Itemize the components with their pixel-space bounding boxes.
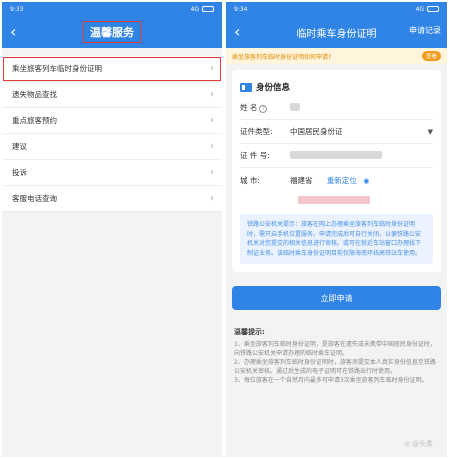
battery-icon [427, 6, 439, 12]
status-time: 9:33 [10, 5, 24, 13]
back-arrow-icon[interactable]: ‹ [10, 22, 16, 42]
identity-card: 身份信息 姓 名? 证件类型: 中国居民身份证 ▼ 证 件 号: 城 市: 福建… [232, 70, 441, 272]
status-icons: 4G [191, 6, 214, 13]
status-bar: 9:33 4G [2, 2, 222, 16]
chevron-right-icon: › [210, 167, 214, 178]
left-screen: 9:33 4G ‹ 温馨服务 乘坐旅客列车临时身份证明 › 遗失物品查找 › 重… [2, 2, 222, 457]
service-menu: 乘坐旅客列车临时身份证明 › 遗失物品查找 › 重点旅客预约 › 建议 › 投诉… [2, 56, 222, 212]
menu-item-label: 建议 [12, 142, 27, 151]
nav-bar: ‹ 临时乘车身份证明 申请记录 [226, 16, 447, 48]
menu-item-temp-id[interactable]: 乘坐旅客列车临时身份证明 › [2, 56, 222, 82]
tip-item: 1、乘坐旅客列车临时身份证明，是旅客在遗失或未携带中国居民身份证时，向铁路公安机… [234, 341, 436, 357]
name-label: 姓 名? [240, 102, 290, 113]
id-number-value [290, 150, 433, 161]
chevron-right-icon: › [210, 89, 214, 100]
menu-item-suggestion[interactable]: 建议 › [2, 134, 222, 160]
chevron-right-icon: › [210, 141, 214, 152]
menu-item-label: 投诉 [12, 168, 27, 177]
menu-item-label: 重点旅客预约 [12, 116, 57, 125]
id-number-field: 证 件 号: [240, 144, 433, 168]
menu-item-complaint[interactable]: 投诉 › [2, 160, 222, 186]
id-number-label: 证 件 号: [240, 151, 270, 160]
menu-item-label: 客服电话查询 [12, 194, 57, 203]
province-text: 福建省 [290, 175, 313, 185]
name-label-text: 姓 名 [240, 103, 258, 112]
id-type-value: 中国居民身份证 [290, 127, 343, 136]
redacted-id-number [290, 150, 382, 159]
nav-bar: ‹ 温馨服务 [2, 16, 222, 48]
notice-view-button[interactable]: 查看 [421, 51, 441, 61]
menu-item-lost-items[interactable]: 遗失物品查找 › [2, 82, 222, 108]
relocate-link[interactable]: 重新定位 [327, 176, 357, 185]
application-records-link[interactable]: 申请记录 [409, 25, 441, 36]
menu-item-label: 乘坐旅客列车临时身份证明 [12, 64, 102, 73]
watermark: ◎ @头条 [404, 439, 433, 449]
menu-item-priority-booking[interactable]: 重点旅客预约 › [2, 108, 222, 134]
id-type-label: 证件类型: [240, 127, 273, 136]
status-bar: 9:34 4G [226, 2, 447, 16]
redacted-name [290, 102, 300, 111]
signal-icon: 4G [190, 5, 199, 13]
status-time: 9:34 [234, 5, 248, 13]
tip-item: 2、办理乘坐旅客列车临时身份证明时，旅客须提交本人真实身份信息至铁路公安机关审核… [234, 359, 436, 375]
card-title: 身份信息 [240, 78, 433, 96]
apply-now-button[interactable]: 立即申请 [232, 286, 441, 310]
tip-item: 3、每位旅客在一个自然月内最多可申请3次乘坐旅客列车临时身份证明。 [234, 377, 428, 384]
name-value [290, 102, 433, 113]
right-screen: 9:34 4G ‹ 临时乘车身份证明 申请记录 乘坐旅客列车临时身份证明如何申请… [226, 2, 447, 457]
location-pin-icon[interactable]: ◉ [363, 177, 369, 185]
back-arrow-icon[interactable]: ‹ [234, 22, 240, 42]
id-card-icon [240, 82, 252, 92]
status-icons: 4G [416, 6, 439, 13]
watermark-text: @头条 [412, 440, 434, 448]
battery-icon [202, 6, 214, 12]
warm-tips-title: 温馨提示: [234, 328, 265, 336]
city-value: 福建省 重新定位 ◉ [290, 175, 433, 186]
chevron-right-icon: › [210, 115, 214, 126]
left-header: 9:33 4G ‹ 温馨服务 [2, 2, 222, 48]
menu-item-hotline[interactable]: 客服电话查询 › [2, 186, 222, 212]
redacted-address [298, 196, 370, 204]
page-title: 临时乘车身份证明 [296, 28, 377, 40]
notice-text: 乘坐旅客列车临时身份证明如何申请? [232, 53, 332, 61]
help-icon[interactable]: ? [259, 105, 268, 113]
notice-bar: 乘坐旅客列车临时身份证明如何申请? 查看 [226, 48, 447, 64]
weibo-icon: ◎ [404, 440, 411, 448]
id-type-field[interactable]: 证件类型: 中国居民身份证 ▼ [240, 120, 433, 144]
page-title: 温馨服务 [83, 21, 141, 43]
city-label: 城 市: [240, 175, 260, 185]
city-field: 城 市: 福建省 重新定位 ◉ [240, 168, 433, 192]
name-field: 姓 名? [240, 96, 433, 120]
right-header: 9:34 4G ‹ 临时乘车身份证明 申请记录 [226, 2, 447, 48]
police-tip: 铁路公安机关提示：旅客在网上办理乘坐旅客列车临时身份证明时，需开启手机位置服务。… [240, 214, 433, 264]
signal-icon: 4G [415, 5, 424, 13]
chevron-right-icon: › [210, 63, 214, 74]
card-title-text: 身份信息 [256, 83, 291, 93]
caret-down-icon: ▼ [427, 127, 433, 136]
warm-tips: 温馨提示: 1、乘坐旅客列车临时身份证明，是旅客在遗失或未携带中国居民身份证时，… [234, 328, 439, 385]
menu-item-label: 遗失物品查找 [12, 90, 57, 99]
chevron-right-icon: › [210, 193, 214, 204]
